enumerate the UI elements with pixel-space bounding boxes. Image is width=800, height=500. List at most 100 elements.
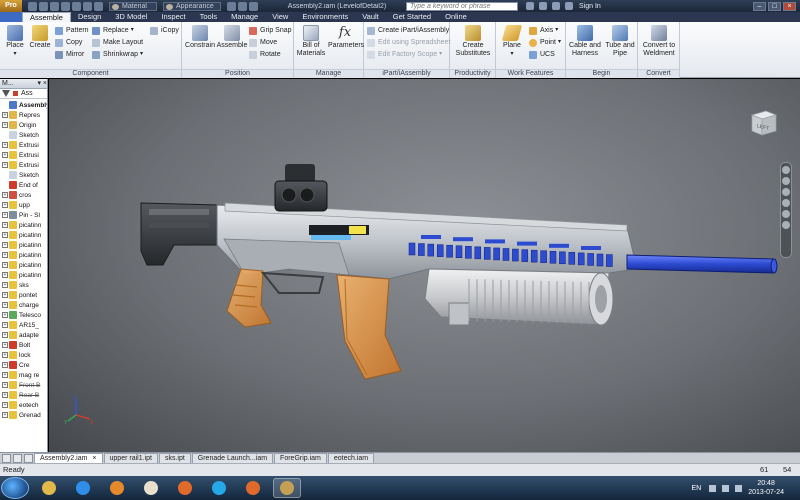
edit-factory-scope-button[interactable]: Edit Factory Scope ▾ xyxy=(367,50,442,59)
grenade-launcher[interactable] xyxy=(424,268,614,326)
help-search-input[interactable]: Type a keyword or phrase xyxy=(406,1,518,11)
browser-node[interactable]: Assembly xyxy=(0,100,47,110)
expand-icon[interactable]: + xyxy=(2,392,8,398)
maximize-icon[interactable]: □ xyxy=(768,1,781,11)
make-layout-button[interactable]: Make Layout xyxy=(92,38,143,47)
rifle-assembly-model[interactable] xyxy=(49,79,800,452)
browser-menu-icon[interactable]: ▾ × xyxy=(37,79,47,88)
doc-tab-assembly2[interactable]: Assembly2.iam × xyxy=(34,453,103,463)
magazine[interactable] xyxy=(336,274,402,380)
browser-node[interactable]: + Grenad xyxy=(0,410,47,420)
browser-node[interactable]: + mag re xyxy=(0,370,47,380)
tile-windows-icon[interactable] xyxy=(2,454,11,463)
place-button[interactable]: Place ▾ xyxy=(3,25,27,58)
taskbar-app-button[interactable] xyxy=(273,478,301,498)
browser-node[interactable]: + Pin - Sl xyxy=(0,210,47,220)
pan-icon[interactable] xyxy=(782,177,790,185)
tab-environments[interactable]: Environments xyxy=(295,12,355,22)
expand-icon[interactable]: + xyxy=(2,122,8,128)
create-substitutes-button[interactable]: Create Substitutes xyxy=(452,25,494,58)
browser-node[interactable]: + Repres xyxy=(0,110,47,120)
tab-3d-model[interactable]: 3D Model xyxy=(108,12,154,22)
tab-assemble[interactable]: Assemble xyxy=(22,12,71,22)
appearance-dropdown[interactable]: Appearance xyxy=(163,1,221,11)
expand-icon[interactable]: + xyxy=(2,112,8,118)
ucs-button[interactable]: UCS xyxy=(529,50,555,59)
barrel[interactable] xyxy=(626,254,778,274)
browser-node[interactable]: + Extrusi xyxy=(0,160,47,170)
browser-node[interactable]: + Origin xyxy=(0,120,47,130)
browser-node[interactable]: + upp xyxy=(0,200,47,210)
browser-view-icon[interactable] xyxy=(13,91,18,96)
tube-pipe-button[interactable]: Tube and Pipe xyxy=(604,25,636,58)
tab-design[interactable]: Design xyxy=(71,12,108,22)
mirror-button[interactable]: Mirror xyxy=(55,50,84,59)
tab-online[interactable]: Online xyxy=(438,12,474,22)
expand-icon[interactable]: + xyxy=(2,192,8,198)
expand-icon[interactable]: + xyxy=(2,332,8,338)
steering-wheel-icon[interactable] xyxy=(782,166,790,174)
convert-weldment-button[interactable]: Convert to Weldment xyxy=(640,25,678,58)
expand-icon[interactable]: + xyxy=(2,142,8,148)
assemble-button[interactable]: Assemble xyxy=(216,25,248,50)
expand-icon[interactable]: + xyxy=(2,262,8,268)
expand-icon[interactable]: + xyxy=(2,402,8,408)
taskbar-app-button[interactable] xyxy=(205,478,233,498)
orbit-icon[interactable] xyxy=(782,199,790,207)
viewcube[interactable]: LEFT xyxy=(746,105,780,139)
axis-button[interactable]: Axis ▾ xyxy=(529,26,558,35)
browser-node[interactable]: + Rear B xyxy=(0,390,47,400)
tray-arrow-icon[interactable] xyxy=(709,484,717,492)
tab-view[interactable]: View xyxy=(265,12,295,22)
browser-node[interactable]: + pontet xyxy=(0,290,47,300)
buttstock[interactable] xyxy=(140,202,220,266)
browser-node[interactable]: Sketch xyxy=(0,170,47,180)
browser-node[interactable]: + picatinn xyxy=(0,220,47,230)
browser-node[interactable]: + Extrusi xyxy=(0,150,47,160)
copy-button[interactable]: Copy xyxy=(55,38,82,47)
doc-tab-sks[interactable]: sks.ipt xyxy=(158,453,191,463)
parameters-icon[interactable] xyxy=(249,1,258,11)
taskbar-app-button[interactable] xyxy=(239,478,267,498)
expand-icon[interactable]: + xyxy=(2,222,8,228)
pistol-grip[interactable] xyxy=(226,268,272,328)
app-logo-button[interactable]: Pro xyxy=(0,0,22,12)
browser-node[interactable]: End of xyxy=(0,180,47,190)
expand-icon[interactable]: + xyxy=(2,372,8,378)
expand-icon[interactable]: + xyxy=(2,342,8,348)
material-dropdown[interactable]: Material xyxy=(109,1,157,11)
expand-icon[interactable]: + xyxy=(2,232,8,238)
pattern-button[interactable]: Pattern xyxy=(55,26,89,35)
start-button[interactable] xyxy=(1,477,29,499)
trigger-guard[interactable] xyxy=(260,271,325,294)
close-icon[interactable]: × xyxy=(783,1,796,11)
browser-node[interactable]: + Telesco xyxy=(0,310,47,320)
language-indicator[interactable]: EN xyxy=(691,485,701,492)
tab-manage[interactable]: Manage xyxy=(224,12,265,22)
home-icon[interactable] xyxy=(83,1,92,11)
doc-tab-grenade-launcher[interactable]: Grenade Launch...iam xyxy=(191,453,274,463)
tab-inspect[interactable]: Inspect xyxy=(154,12,192,22)
icopy-button[interactable]: iCopy xyxy=(150,26,179,35)
browser-view-dropdown[interactable]: Ass xyxy=(21,90,33,97)
constrain-button[interactable]: Constrain xyxy=(184,25,216,50)
expand-icon[interactable]: + xyxy=(2,412,8,418)
graphics-viewport[interactable]: LEFT Z X Y xyxy=(49,79,800,452)
move-button[interactable]: Move xyxy=(249,38,277,47)
expand-icon[interactable]: + xyxy=(2,282,8,288)
browser-node[interactable]: + eotech xyxy=(0,400,47,410)
network-icon[interactable] xyxy=(722,484,730,492)
binoculars-icon[interactable] xyxy=(526,2,534,10)
browser-node[interactable]: Sketch xyxy=(0,130,47,140)
replace-button[interactable]: Replace ▾ xyxy=(92,26,134,35)
browser-node[interactable]: + picatinn xyxy=(0,240,47,250)
clock[interactable]: 20:48 2013-07-24 xyxy=(748,479,784,497)
taskbar-app-button[interactable] xyxy=(69,478,97,498)
taskbar-app-button[interactable] xyxy=(35,478,63,498)
cable-harness-button[interactable]: Cable and Harness xyxy=(568,25,602,58)
browser-node[interactable]: + picatinn xyxy=(0,250,47,260)
expand-icon[interactable]: + xyxy=(2,272,8,278)
browser-node[interactable]: + picatinn xyxy=(0,260,47,270)
volume-icon[interactable] xyxy=(735,484,743,492)
star-icon[interactable] xyxy=(552,2,560,10)
